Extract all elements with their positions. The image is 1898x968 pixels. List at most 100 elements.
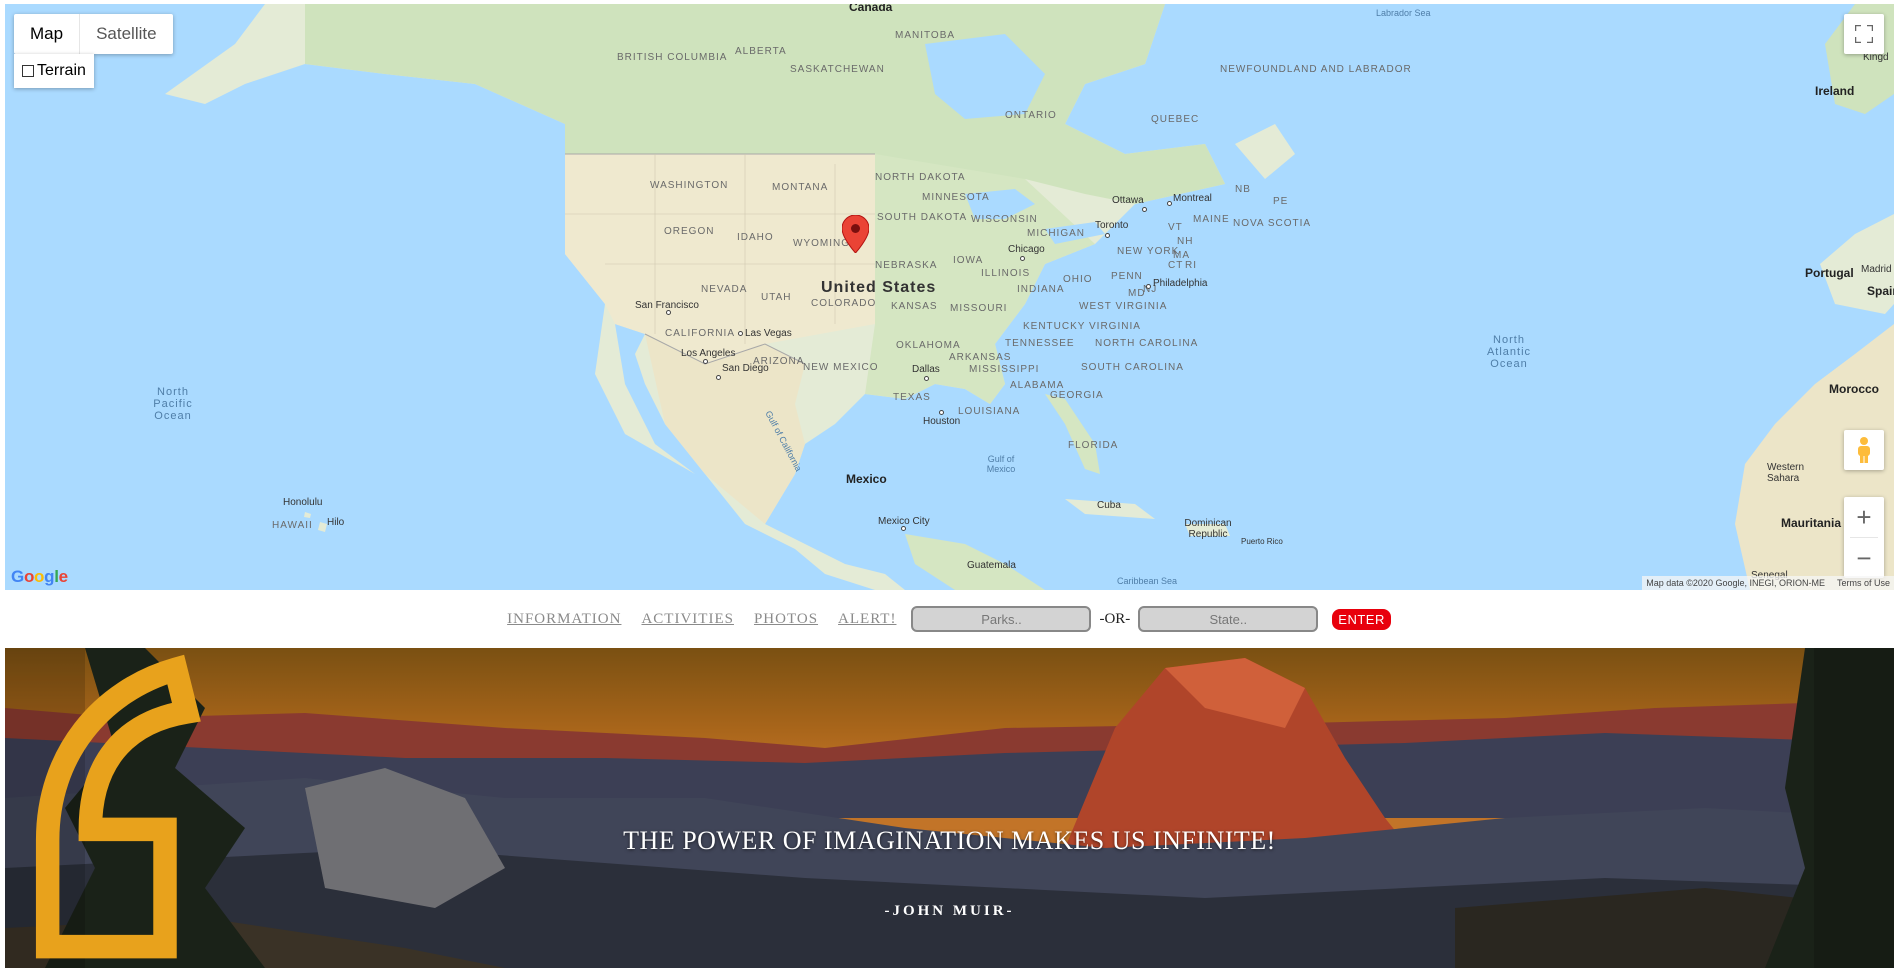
fullscreen-button[interactable]: [1844, 14, 1884, 54]
nav-photos-link[interactable]: PHOTOS: [754, 611, 818, 628]
label-mexico: Mexico: [846, 472, 887, 486]
label-united-states: United States: [821, 279, 937, 296]
label-nh: NH: [1177, 236, 1194, 247]
city-dot: [666, 310, 671, 315]
label-arkansas: ARKANSAS: [949, 352, 1012, 363]
label-canada: Canada: [849, 4, 893, 14]
enter-button[interactable]: ENTER: [1332, 608, 1391, 630]
label-las-vegas: Las Vegas: [745, 328, 792, 339]
google-logo[interactable]: Google: [11, 567, 68, 587]
label-missouri: MISSOURI: [950, 303, 1008, 314]
zoom-control: + −: [1844, 497, 1884, 578]
nav-alert-link[interactable]: ALERT!: [838, 611, 896, 628]
label-north-dakota: NORTH DAKOTA: [875, 172, 966, 183]
city-dot: [1142, 207, 1147, 212]
label-west-virginia: WEST VIRGINIA: [1079, 301, 1168, 312]
city-dot: [924, 376, 929, 381]
label-cuba: Cuba: [1097, 500, 1121, 511]
label-nb: NB: [1235, 184, 1251, 195]
city-dot: [1167, 201, 1172, 206]
label-colorado: COLORADO: [811, 298, 877, 309]
label-montana: MONTANA: [772, 182, 829, 193]
map-type-satellite-button[interactable]: Satellite: [80, 14, 172, 54]
label-mississippi: MISSISSIPPI: [969, 364, 1040, 375]
nav-information-link[interactable]: INFORMATION: [507, 611, 621, 628]
label-ri: RI: [1185, 260, 1197, 271]
label-manitoba: MANITOBA: [895, 30, 956, 41]
label-mauritania: Mauritania: [1781, 516, 1842, 530]
pegman-icon: [1858, 437, 1870, 463]
label-texas: TEXAS: [893, 392, 931, 403]
label-california: CALIFORNIA: [665, 328, 736, 339]
zoom-out-button[interactable]: −: [1844, 538, 1884, 578]
label-toronto: Toronto: [1095, 220, 1129, 231]
city-dot: [738, 331, 743, 336]
label-oregon: OREGON: [664, 226, 715, 237]
map-view[interactable]: Canada Labrador Sea BRITISH COLUMBIA ALB…: [5, 4, 1894, 590]
or-separator: -OR-: [1099, 610, 1131, 627]
quote-text: THE POWER OF IMAGINATION MAKES US INFINI…: [623, 826, 1276, 855]
label-los-angeles: Los Angeles: [681, 348, 736, 359]
map-type-map-button[interactable]: Map: [14, 14, 79, 54]
label-virginia: VIRGINIA: [1089, 321, 1141, 332]
label-dallas: Dallas: [912, 364, 940, 375]
label-guatemala: Guatemala: [967, 560, 1016, 571]
label-spain: Spain: [1867, 284, 1894, 298]
label-tennessee: TENNESSEE: [1005, 338, 1075, 349]
label-portugal: Portugal: [1805, 266, 1854, 280]
label-illinois: ILLINOIS: [981, 268, 1031, 279]
label-dominican-republic: Dominican Republic: [1184, 518, 1232, 540]
label-kansas: KANSAS: [891, 301, 938, 312]
label-maine: MAINE: [1193, 214, 1230, 225]
terrain-toggle[interactable]: Terrain: [14, 54, 94, 88]
nav-activities-link[interactable]: ACTIVITIES: [641, 611, 734, 628]
terms-of-use-link[interactable]: Terms of Use: [1837, 578, 1890, 588]
map-data-text: Map data ©2020 Google, INEGI, ORION-ME: [1646, 578, 1825, 588]
fullscreen-icon: [1855, 25, 1873, 43]
hero-banner: THE POWER OF IMAGINATION MAKES US INFINI…: [5, 648, 1894, 968]
label-houston: Houston: [923, 416, 961, 427]
label-hawaii: HAWAII: [272, 520, 313, 531]
label-gulf-of-mexico: Gulf of Mexico: [986, 454, 1016, 474]
city-dot: [716, 375, 721, 380]
label-alberta: ALBERTA: [735, 46, 787, 57]
label-vt: VT: [1168, 222, 1183, 233]
map-type-control: Map Satellite: [14, 14, 173, 54]
label-minnesota: MINNESOTA: [922, 192, 990, 203]
label-ontario: ONTARIO: [1005, 110, 1057, 121]
terrain-checkbox[interactable]: [22, 65, 34, 77]
label-newfoundland: NEWFOUNDLAND AND LABRADOR: [1220, 64, 1412, 75]
label-south-dakota: SOUTH DAKOTA: [877, 212, 968, 223]
label-british-columbia: BRITISH COLUMBIA: [617, 52, 728, 63]
label-new-york: NEW YORK: [1117, 246, 1180, 257]
label-ireland: Ireland: [1815, 84, 1855, 98]
label-caribbean-sea: Caribbean Sea: [1117, 576, 1178, 586]
label-oklahoma: OKLAHOMA: [896, 340, 961, 351]
label-pe: PE: [1273, 196, 1289, 207]
label-iowa: IOWA: [953, 255, 984, 266]
label-washington: WASHINGTON: [650, 180, 729, 191]
quote-icon: [35, 654, 201, 959]
label-san-diego: San Diego: [722, 363, 769, 374]
city-dot: [939, 410, 944, 415]
label-idaho: IDAHO: [737, 232, 774, 243]
label-north-carolina: NORTH CAROLINA: [1095, 338, 1199, 349]
quote-author: -JOHN MUIR-: [884, 903, 1015, 919]
label-ohio: OHIO: [1063, 274, 1093, 285]
zoom-in-button[interactable]: +: [1844, 497, 1884, 537]
label-north-atlantic-ocean: North Atlantic Ocean: [1486, 334, 1532, 370]
street-view-button[interactable]: [1844, 430, 1884, 470]
label-saskatchewan: SASKATCHEWAN: [790, 64, 885, 75]
label-louisiana: LOUISIANA: [958, 406, 1021, 417]
state-search-input[interactable]: [1138, 606, 1319, 632]
city-dot: [1146, 284, 1151, 289]
label-labrador-sea: Labrador Sea: [1376, 8, 1431, 18]
label-nebraska: NEBRASKA: [875, 260, 938, 271]
label-kentucky: KENTUCKY: [1023, 321, 1086, 332]
city-dot: [901, 526, 906, 531]
location-marker-icon[interactable]: [842, 215, 869, 253]
label-ct: CT: [1168, 260, 1184, 271]
parks-search-input[interactable]: [911, 606, 1092, 632]
label-north-pacific-ocean: North Pacific Ocean: [153, 386, 193, 422]
label-wisconsin: WISCONSIN: [971, 214, 1038, 225]
